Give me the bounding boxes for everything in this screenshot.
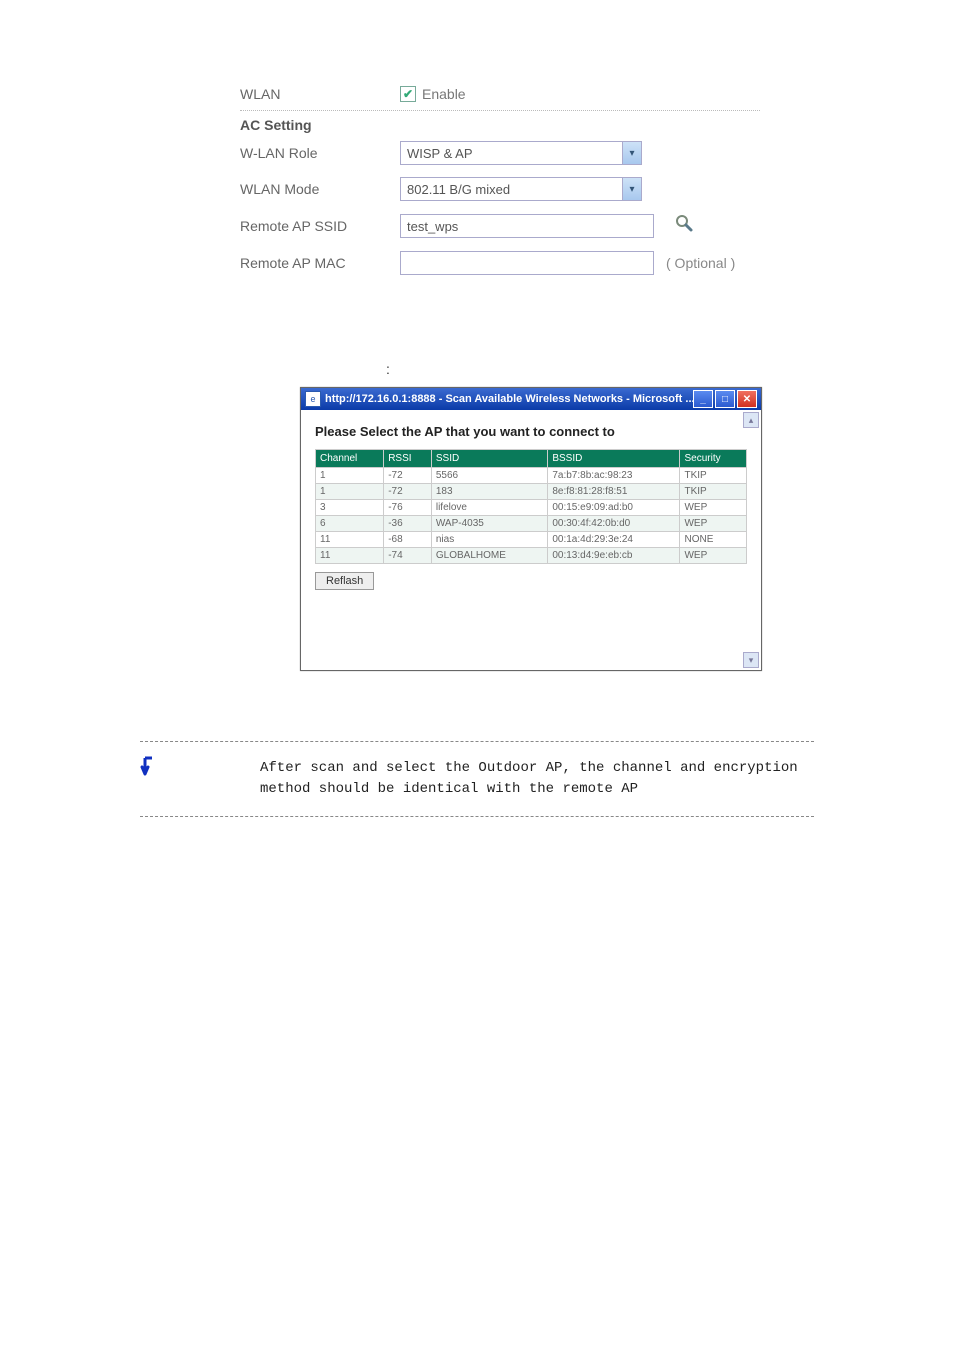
cell-channel: 1 [316,484,384,500]
wlan-role-select[interactable]: WISP & AP ▾ [400,141,642,165]
cell-channel: 1 [316,468,384,484]
remote-ap-mac-input[interactable] [400,251,654,275]
remote-ap-ssid-value: test_wps [407,219,458,234]
wlan-role-row: W-LAN Role WISP & AP ▾ [240,135,760,171]
remote-ap-ssid-label: Remote AP SSID [240,218,400,234]
cell-bssid: 00:15:e9:09:ad:b0 [548,500,680,516]
ie-icon: e [305,391,321,407]
dashed-divider [140,741,814,742]
table-row[interactable]: 1-721838e:f8:81:28:f8:51TKIP [316,484,747,500]
scan-dialog: e http://172.16.0.1:8888 - Scan Availabl… [300,387,762,671]
wlan-enable-label: Enable [422,86,466,102]
col-ssid: SSID [431,450,547,468]
cell-rssi: -74 [384,548,432,564]
col-rssi: RSSI [384,450,432,468]
cell-security: WEP [680,516,747,532]
scroll-up-icon[interactable]: ▴ [743,412,759,428]
checkbox-icon: ✔ [400,86,416,102]
remote-ap-ssid-input[interactable]: test_wps [400,214,654,238]
cell-bssid: 00:1a:4d:29:3e:24 [548,532,680,548]
col-bssid: BSSID [548,450,680,468]
dialog-titlebar: e http://172.16.0.1:8888 - Scan Availabl… [301,388,761,410]
note-row: After scan and select the Outdoor AP, th… [140,758,814,800]
table-row[interactable]: 6-36WAP-403500:30:4f:42:0b:d0WEP [316,516,747,532]
cell-security: TKIP [680,484,747,500]
table-row[interactable]: 11-74GLOBALHOME00:13:d4:9e:eb:cbWEP [316,548,747,564]
cell-channel: 11 [316,532,384,548]
cell-rssi: -72 [384,484,432,500]
dialog-heading: Please Select the AP that you want to co… [315,424,747,439]
wlan-enable-checkbox[interactable]: ✔ Enable [400,86,466,102]
maximize-button[interactable]: □ [715,390,735,408]
cell-ssid: GLOBALHOME [431,548,547,564]
wlan-row: WLAN ✔ Enable [240,80,760,111]
cell-channel: 11 [316,548,384,564]
cell-rssi: -68 [384,532,432,548]
reflash-button[interactable]: Reflash [315,572,374,590]
cell-rssi: -72 [384,468,432,484]
note-section: After scan and select the Outdoor AP, th… [140,741,814,817]
col-channel: Channel [316,450,384,468]
wlan-mode-value: 802.11 B/G mixed [401,182,622,197]
cell-bssid: 8e:f8:81:28:f8:51 [548,484,680,500]
cell-bssid: 7a:b7:8b:ac:98:23 [548,468,680,484]
minimize-button[interactable]: _ [693,390,713,408]
wlan-role-value: WISP & AP [401,146,622,161]
scan-results-table: Channel RSSI SSID BSSID Security 1-72556… [315,449,747,564]
wlan-mode-row: WLAN Mode 802.11 B/G mixed ▾ [240,171,760,207]
cell-ssid: 183 [431,484,547,500]
window-buttons: _ □ ✕ [693,390,757,408]
wlan-label: WLAN [240,86,400,102]
dialog-title: http://172.16.0.1:8888 - Scan Available … [325,393,693,405]
ac-setting-label: AC Setting [240,117,400,133]
cell-rssi: -76 [384,500,432,516]
search-icon[interactable] [674,213,694,239]
close-button[interactable]: ✕ [737,390,757,408]
dialog-body: ▴ Please Select the AP that you want to … [301,410,761,670]
cell-bssid: 00:30:4f:42:0b:d0 [548,516,680,532]
table-row[interactable]: 11-68nias00:1a:4d:29:3e:24NONE [316,532,747,548]
cell-security: WEP [680,548,747,564]
chevron-down-icon: ▾ [622,178,641,200]
chevron-down-icon: ▾ [622,142,641,164]
cell-security: TKIP [680,468,747,484]
table-row[interactable]: 1-7255667a:b7:8b:ac:98:23TKIP [316,468,747,484]
cell-ssid: nias [431,532,547,548]
remote-ap-ssid-row: Remote AP SSID test_wps [240,207,760,245]
cell-ssid: lifelove [431,500,547,516]
optional-label: ( Optional ) [666,255,735,271]
table-header-row: Channel RSSI SSID BSSID Security [316,450,747,468]
remote-ap-mac-row: Remote AP MAC ( Optional ) [240,245,760,281]
note-text: After scan and select the Outdoor AP, th… [260,758,814,800]
scroll-down-icon[interactable]: ▾ [743,652,759,668]
wlan-mode-label: WLAN Mode [240,181,400,197]
ac-setting-header-row: AC Setting [240,115,760,135]
colon-text: : [386,361,954,377]
wlan-mode-select[interactable]: 802.11 B/G mixed ▾ [400,177,642,201]
cell-security: NONE [680,532,747,548]
wlan-role-label: W-LAN Role [240,145,400,161]
col-security: Security [680,450,747,468]
ac-settings-panel: WLAN ✔ Enable AC Setting W-LAN Role WISP… [240,80,760,281]
cell-ssid: 5566 [431,468,547,484]
cell-security: WEP [680,500,747,516]
cell-channel: 3 [316,500,384,516]
cell-rssi: -36 [384,516,432,532]
note-arrow-icon [140,756,160,778]
dashed-divider [140,816,814,817]
remote-ap-mac-label: Remote AP MAC [240,255,400,271]
table-row[interactable]: 3-76lifelove00:15:e9:09:ad:b0WEP [316,500,747,516]
cell-ssid: WAP-4035 [431,516,547,532]
cell-channel: 6 [316,516,384,532]
cell-bssid: 00:13:d4:9e:eb:cb [548,548,680,564]
